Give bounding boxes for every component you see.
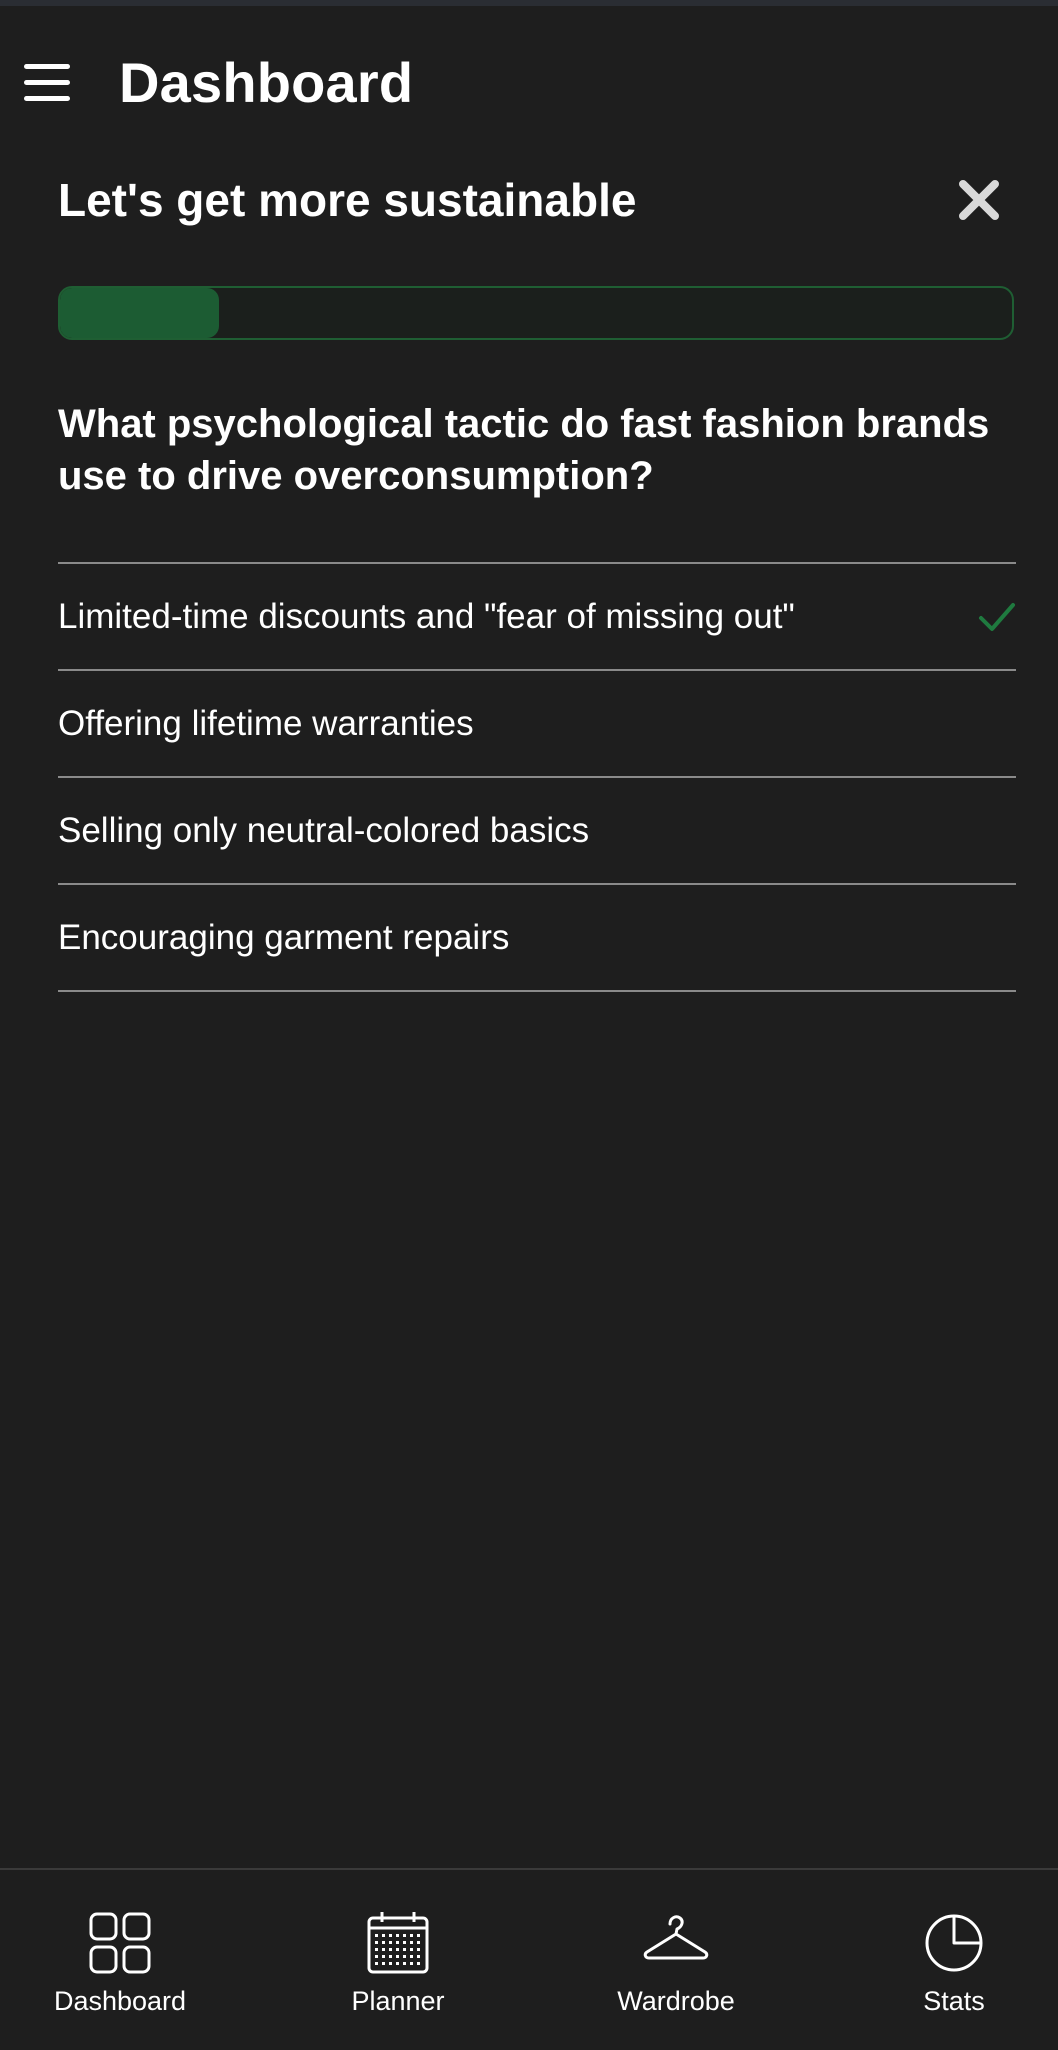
answer-label: Limited-time discounts and "fear of miss… (58, 597, 795, 636)
calendar-day-dot (389, 1948, 392, 1951)
calendar-day-dot (389, 1934, 392, 1937)
answer-list: Limited-time discounts and "fear of miss… (58, 562, 1016, 992)
calendar-day-dot (403, 1955, 406, 1958)
calendar-day-dot (410, 1948, 413, 1951)
grid-icon (89, 1912, 151, 1974)
answer-option[interactable]: Limited-time discounts and "fear of miss… (58, 564, 1016, 671)
check-icon (979, 603, 1015, 631)
hanger-icon (643, 1915, 709, 1960)
calendar-day-dot (417, 1962, 420, 1965)
calendar-day-dot (375, 1934, 378, 1937)
calendar-day-dot (410, 1941, 413, 1944)
calendar-day-dot (403, 1941, 406, 1944)
calendar-day-dot (403, 1962, 406, 1965)
calendar-day-dot (396, 1941, 399, 1944)
calendar-day-dot (382, 1941, 385, 1944)
nav-item-planner[interactable]: Planner (298, 1870, 498, 2048)
calendar-day-dot (382, 1955, 385, 1958)
nav-item-dashboard[interactable]: Dashboard (20, 1870, 220, 2048)
calendar-day-dot (417, 1955, 420, 1958)
calendar-day-dot (403, 1948, 406, 1951)
calendar-day-dot (396, 1962, 399, 1965)
calendar-day-dot (403, 1934, 406, 1937)
bottom-navigation: Dashboard Planner Wardrobe Stats (0, 1868, 1058, 2050)
nav-label: Planner (351, 1986, 445, 2016)
calendar-day-dot (417, 1948, 420, 1951)
calendar-day-dot (410, 1955, 413, 1958)
calendar-icon (367, 1912, 429, 1974)
calendar-day-dot (396, 1934, 399, 1937)
calendar-day-dot (417, 1941, 420, 1944)
answer-option[interactable]: Encouraging garment repairs (58, 885, 1016, 992)
calendar-day-dot (382, 1948, 385, 1951)
quiz-progress-fill (60, 288, 219, 338)
nav-label: Dashboard (53, 1986, 187, 2016)
calendar-day-dot (410, 1934, 413, 1937)
answer-label: Offering lifetime warranties (58, 704, 474, 743)
calendar-day-dot (375, 1962, 378, 1965)
quiz-question: What psychological tactic do fast fashio… (58, 402, 990, 498)
nav-label: Stats (923, 1986, 985, 2016)
answer-option[interactable]: Offering lifetime warranties (58, 671, 1016, 778)
nav-item-wardrobe[interactable]: Wardrobe (576, 1870, 776, 2048)
answer-option[interactable]: Selling only neutral-colored basics (58, 778, 1016, 885)
calendar-day-dot (417, 1934, 420, 1937)
nav-item-stats[interactable]: Stats (854, 1870, 1054, 2048)
answer-label: Encouraging garment repairs (58, 918, 510, 957)
page-title: Dashboard (119, 51, 414, 114)
hamburger-menu-icon[interactable] (24, 64, 70, 102)
calendar-day-dot (382, 1934, 385, 1937)
close-icon[interactable] (957, 178, 1001, 222)
calendar-day-dot (375, 1941, 378, 1944)
app-header: Dashboard (0, 6, 1058, 154)
calendar-day-dot (389, 1941, 392, 1944)
nav-label: Wardrobe (617, 1986, 735, 2016)
calendar-day-dot (382, 1962, 385, 1965)
calendar-day-dot (389, 1955, 392, 1958)
calendar-day-dot (396, 1955, 399, 1958)
answer-label: Selling only neutral-colored basics (58, 811, 590, 850)
calendar-day-dot (375, 1948, 378, 1951)
quiz-heading: Let's get more sustainable (58, 174, 637, 226)
calendar-day-dot (375, 1955, 378, 1958)
pie-chart-icon (925, 1914, 983, 1972)
calendar-day-dot (410, 1962, 413, 1965)
quiz-progress-bar (58, 286, 1014, 340)
calendar-day-dot (389, 1962, 392, 1965)
calendar-day-dot (396, 1948, 399, 1951)
